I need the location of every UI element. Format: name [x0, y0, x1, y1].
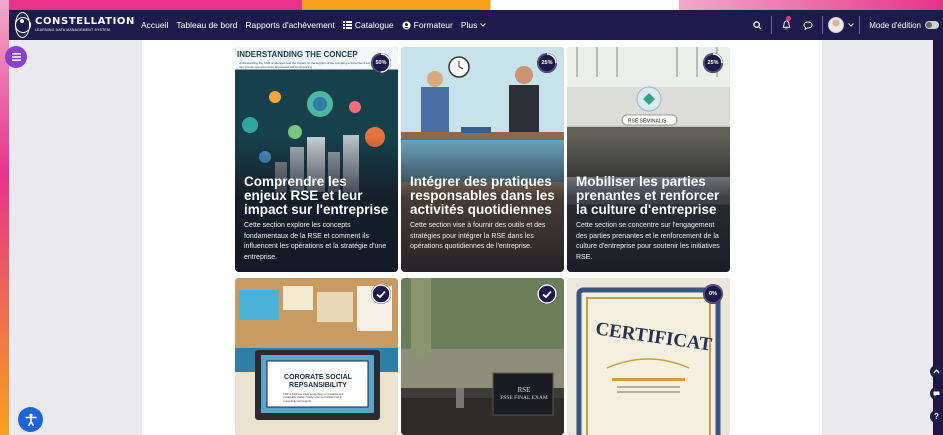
toggle-switch[interactable]: [925, 21, 939, 29]
chat-bubble-icon: [803, 20, 813, 30]
image-heading: RSE: [517, 386, 531, 394]
nav-accueil[interactable]: Accueil: [141, 20, 168, 30]
image-heading: RSE SEMINALIS: [628, 119, 667, 125]
navbar-divider: [859, 16, 861, 34]
chevron-down-icon: [848, 23, 855, 27]
user-menu-button[interactable]: [826, 10, 856, 40]
progress-indicator: 25%: [536, 52, 558, 74]
brand-name: CONSTELLATION: [35, 16, 135, 28]
section-card-1[interactable]: INDERSTANDING THE CONCEP understanding t…: [235, 47, 398, 272]
check-circle-icon: [537, 284, 557, 304]
notifications-button[interactable]: [775, 10, 797, 40]
image-subheading: CSR is business today is key thing to in…: [283, 393, 344, 403]
section-title[interactable]: Intégrer des pratiques responsables dans…: [410, 175, 558, 217]
nav-plus[interactable]: Plus: [461, 20, 487, 30]
section-title[interactable]: Comprendre les enjeux RSE et leur impact…: [244, 175, 392, 217]
progress-indicator: 25%: [702, 52, 724, 74]
question-mark-icon: ?: [934, 412, 939, 421]
course-index-drawer-button[interactable]: [5, 46, 27, 68]
image-heading: CORORATE SOCIAL REPSANSIBILITY: [284, 374, 352, 389]
chat-bubble-icon: [933, 391, 940, 396]
chat-button[interactable]: [930, 387, 943, 400]
decorative-top-strip: [0, 0, 943, 10]
section-card-5[interactable]: RSE FSSE FINAL EXAM: [401, 278, 564, 435]
scroll-top-button[interactable]: [930, 365, 943, 378]
messages-button[interactable]: [797, 10, 819, 40]
avatar: [828, 17, 845, 33]
progress-indicator: [370, 283, 392, 305]
image-subheading: understanding the CSR challenges and the…: [239, 61, 375, 69]
section-description: Cette section vise à fournir des outils …: [410, 222, 546, 250]
decorative-left-strip: [0, 0, 9, 435]
edit-mode-label: Mode d'édition: [869, 20, 921, 30]
constellation-logo-icon: [14, 12, 31, 38]
list-icon: [11, 53, 21, 61]
section-card-3[interactable]: RSE SEMINALIS 25% Mobiliser les parties …: [567, 47, 730, 272]
progress-indicator: 50%: [370, 52, 392, 74]
search-icon: [752, 20, 762, 30]
list-icon: [342, 21, 352, 29]
section-title[interactable]: Mobiliser les parties prenantes et renfo…: [576, 175, 724, 217]
primary-nav: Accueil Tableau de bord Rapports d'achèv…: [141, 20, 487, 30]
brand-subtitle: LEARNING DATA MANAGEMENT SYSTEM: [35, 28, 111, 33]
progress-indicator: [536, 283, 558, 305]
progress-indicator: 0%: [702, 283, 724, 305]
nav-catalogue[interactable]: Catalogue: [342, 20, 394, 30]
image-heading: INDERSTANDING THE CONCEP: [237, 50, 358, 59]
help-button[interactable]: ?: [930, 410, 943, 423]
navbar-divider: [771, 16, 773, 34]
chevron-down-icon: [480, 23, 487, 27]
navbar-utilities: Mode d'édition: [746, 10, 943, 40]
check-circle-icon: [371, 284, 391, 304]
progress-label: 50%: [375, 60, 387, 66]
section-card-4[interactable]: CORORATE SOCIAL REPSANSIBILITY CSR is bu…: [235, 278, 398, 435]
section-card-2[interactable]: 25% Intégrer des pratiques responsables …: [401, 47, 564, 272]
section-description: Cette section explore les concepts fonda…: [244, 222, 387, 261]
nav-formateur[interactable]: Formateur: [402, 20, 453, 30]
progress-label: 0%: [709, 291, 717, 297]
nav-tableau-de-bord[interactable]: Tableau de bord: [176, 20, 237, 30]
image-subheading: FSSE FINAL EXAM: [500, 395, 548, 401]
section-description: Cette section se concentre sur l'engagem…: [576, 222, 720, 261]
edit-mode-toggle[interactable]: Mode d'édition: [863, 21, 943, 30]
search-button[interactable]: [746, 10, 768, 40]
accessibility-button[interactable]: [18, 407, 43, 432]
navbar-divider: [822, 16, 824, 34]
accessibility-icon: [25, 413, 36, 426]
progress-label: 25%: [541, 60, 553, 66]
brand-logo[interactable]: CONSTELLATION LEARNING DATA MANAGEMENT S…: [14, 12, 135, 38]
nav-rapports[interactable]: Rapports d'achèvement: [245, 20, 335, 30]
chevron-up-icon: [933, 369, 940, 374]
user-circle-icon: [402, 20, 411, 30]
progress-label: 25%: [707, 60, 719, 66]
top-navbar: CONSTELLATION LEARNING DATA MANAGEMENT S…: [9, 10, 943, 40]
bell-icon: [782, 20, 791, 30]
section-card-6[interactable]: CERTIFICAT 0%: [567, 278, 730, 435]
